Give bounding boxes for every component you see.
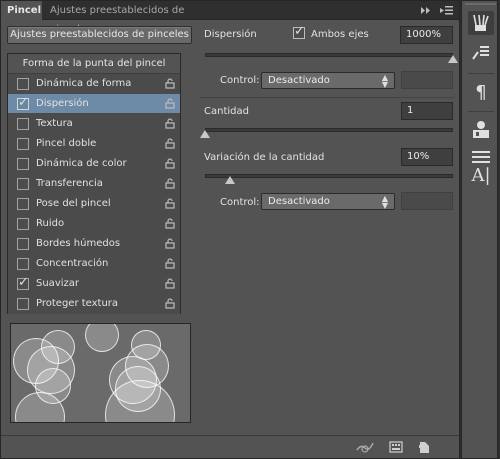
tab-brush[interactable]: Pincel <box>1 1 42 21</box>
lock-icon[interactable] <box>165 98 175 109</box>
dock-divider <box>468 111 494 112</box>
create-new-brush-icon[interactable] <box>418 440 432 454</box>
brush-tip-shape-item[interactable]: Forma de la punta del pincel <box>8 54 180 74</box>
lock-icon[interactable] <box>165 178 175 189</box>
brush-panel-icon[interactable] <box>468 11 494 35</box>
setting-label: Dinámica de color <box>36 158 127 169</box>
brush-setting-row[interactable]: Pose del pincel <box>8 194 180 214</box>
setting-label: Ruido <box>36 218 65 229</box>
setting-checkbox[interactable]: ✓ <box>17 276 29 290</box>
lock-icon[interactable] <box>165 118 175 129</box>
setting-label: Pincel doble <box>36 138 97 149</box>
count-jitter-slider-thumb[interactable] <box>224 176 235 184</box>
brush-stroke-preview <box>10 323 191 423</box>
tab-brush-presets[interactable]: Ajustes preestablecidos de pinceles <box>44 1 220 35</box>
panel-menu-icon[interactable] <box>440 4 454 17</box>
lock-icon[interactable] <box>165 198 175 209</box>
setting-checkbox[interactable] <box>17 258 29 270</box>
character-panel-icon[interactable]: A| <box>468 164 494 188</box>
setting-checkbox[interactable] <box>17 118 29 130</box>
count-jitter-control-label: Control: <box>220 197 260 208</box>
lock-icon[interactable] <box>165 298 175 309</box>
divider <box>200 97 454 98</box>
lock-icon[interactable] <box>165 258 175 269</box>
setting-checkbox[interactable] <box>17 78 29 90</box>
scatter-slider-thumb[interactable] <box>448 55 458 63</box>
setting-checkbox[interactable] <box>17 238 29 250</box>
setting-label: Dinámica de forma <box>36 78 132 89</box>
brush-panel: Pincel Ajustes preestablecidos de pincel… <box>0 0 460 459</box>
count-slider[interactable] <box>205 128 453 132</box>
side-dock: ¶ A| <box>461 0 500 459</box>
scatter-slider[interactable] <box>205 53 453 57</box>
count-jitter-control-dropdown[interactable]: Desactivado ▲ ▼ <box>261 193 395 210</box>
lock-icon[interactable] <box>165 218 175 229</box>
setting-checkbox[interactable] <box>17 138 29 150</box>
count-jitter-value-field[interactable]: 10% <box>401 148 453 166</box>
setting-label: Suavizar <box>36 278 79 289</box>
setting-label: Transferencia <box>36 178 103 189</box>
clone-source-icon[interactable] <box>468 118 494 142</box>
brush-setting-row[interactable]: Pincel doble <box>8 134 180 154</box>
brush-setting-row[interactable]: Dinámica de color <box>8 154 180 174</box>
count-jitter-control-input <box>401 192 453 210</box>
count-slider-thumb[interactable] <box>200 130 210 138</box>
count-value-field[interactable]: 1 <box>401 102 453 120</box>
lock-icon[interactable] <box>165 138 175 149</box>
panel-menu <box>418 4 454 17</box>
paragraph-icon[interactable]: ¶ <box>468 81 494 105</box>
dock-grip[interactable] <box>465 3 496 5</box>
scatter-control-label: Control: <box>220 75 260 86</box>
lock-icon[interactable] <box>165 78 175 89</box>
panel-tab-bar: Pincel Ajustes preestablecidos de pincel… <box>1 1 459 35</box>
setting-label: Dispersión <box>36 98 89 109</box>
toggle-live-tip-preview-icon[interactable] <box>355 440 375 454</box>
setting-checkbox[interactable] <box>17 218 29 230</box>
brush-presets-button[interactable]: Ajustes preestablecidos de pinceles <box>7 26 192 44</box>
dropdown-arrows-icon: ▲ ▼ <box>381 73 388 89</box>
brush-setting-row[interactable]: ✓ Dispersión <box>8 94 180 114</box>
setting-checkbox[interactable]: ✓ <box>17 96 29 110</box>
brush-setting-row[interactable]: Proteger textura <box>8 294 180 314</box>
setting-label: Textura <box>36 118 73 129</box>
setting-label: Bordes húmedos <box>36 238 121 249</box>
count-jitter-slider[interactable] <box>205 174 453 178</box>
brush-presets-icon[interactable] <box>468 41 494 65</box>
brush-settings-list: Forma de la punta del pincel Dinámica de… <box>7 53 181 314</box>
brush-setting-row[interactable]: Concentración <box>8 254 180 274</box>
count-jitter-control-value: Desactivado <box>268 196 330 207</box>
count-label: Cantidad <box>204 106 249 117</box>
scatter-control-dropdown[interactable]: Desactivado ▲ ▼ <box>261 72 395 89</box>
brush-setting-row[interactable]: Bordes húmedos <box>8 234 180 254</box>
scatter-label: Dispersión <box>204 29 257 40</box>
setting-checkbox[interactable] <box>17 298 29 310</box>
brush-setting-row[interactable]: Dinámica de forma <box>8 74 180 94</box>
panel-bottom-bar <box>1 435 459 458</box>
dropdown-arrows-icon: ▲ ▼ <box>381 194 388 210</box>
dock-panel: ¶ A| <box>461 0 498 459</box>
brush-setting-row[interactable]: Transferencia <box>8 174 180 194</box>
lock-icon[interactable] <box>165 158 175 169</box>
scatter-control-value: Desactivado <box>268 75 330 86</box>
both-axes-label: Ambos ejes <box>311 29 369 40</box>
setting-label: Pose del pincel <box>36 198 111 209</box>
dock-divider <box>468 73 494 74</box>
both-axes-checkbox[interactable]: ✓ <box>293 25 305 39</box>
lock-icon[interactable] <box>165 238 175 249</box>
setting-label: Proteger textura <box>36 298 119 309</box>
scatter-control-input <box>401 71 453 89</box>
setting-checkbox[interactable] <box>17 158 29 170</box>
setting-checkbox[interactable] <box>17 198 29 210</box>
setting-checkbox[interactable] <box>17 178 29 190</box>
brush-setting-row[interactable]: Textura <box>8 114 180 134</box>
scatter-value-field[interactable]: 1000% <box>400 26 453 44</box>
lock-icon[interactable] <box>165 278 175 289</box>
brush-setting-row[interactable]: ✓ Suavizar <box>8 274 180 294</box>
brush-grid-icon[interactable] <box>389 440 403 454</box>
count-jitter-label: Variación de la cantidad <box>204 152 325 163</box>
brush-setting-row[interactable]: Ruido <box>8 214 180 234</box>
setting-label: Concentración <box>36 258 109 269</box>
